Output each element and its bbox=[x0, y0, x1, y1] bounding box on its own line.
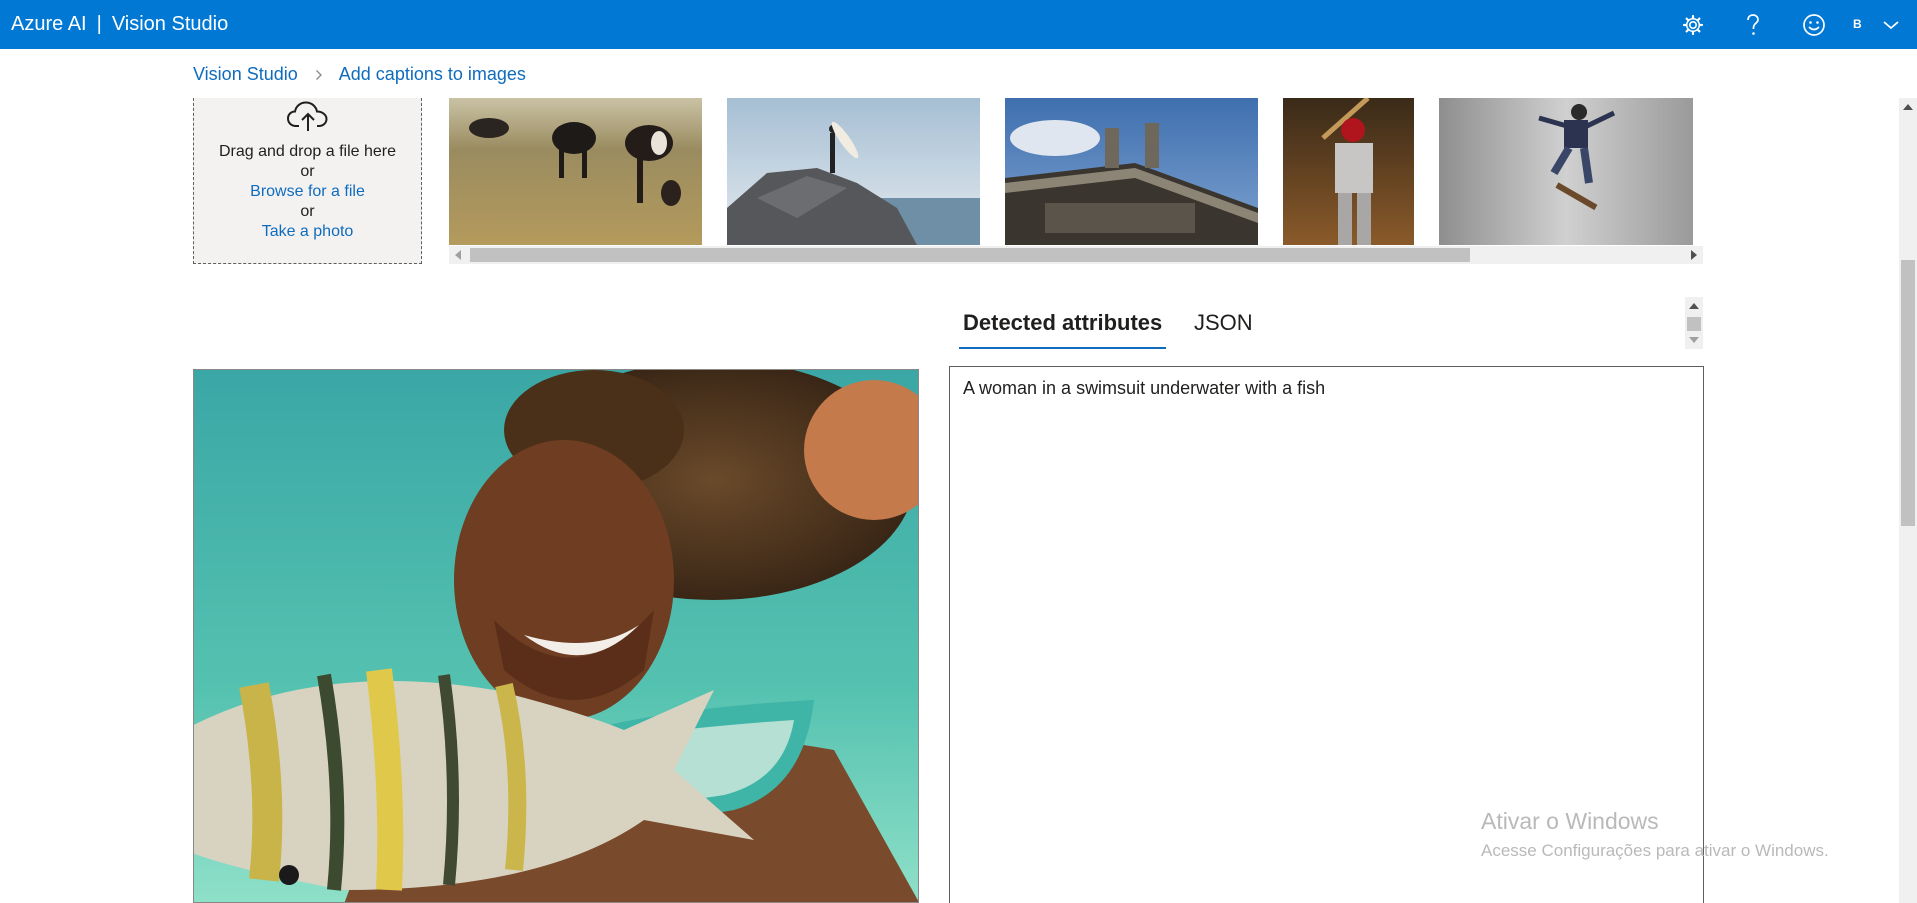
scroll-thumb[interactable] bbox=[1901, 260, 1915, 526]
scroll-down-icon[interactable] bbox=[1689, 337, 1699, 343]
scroll-thumb[interactable] bbox=[470, 248, 1470, 262]
app-name: Vision Studio bbox=[111, 13, 229, 35]
breadcrumb-link-vision-studio[interactable]: Vision Studio bbox=[193, 64, 298, 84]
tab-json[interactable]: JSON bbox=[1194, 307, 1253, 347]
breadcrumb-current-page[interactable]: Add captions to images bbox=[339, 64, 526, 84]
tabs-scrollbar[interactable] bbox=[1685, 297, 1703, 349]
scroll-thumb[interactable] bbox=[1687, 317, 1701, 331]
account-initial[interactable]: B bbox=[1853, 17, 1862, 31]
take-photo-link[interactable]: Take a photo bbox=[194, 222, 421, 242]
thumbnails-scrollbar[interactable] bbox=[449, 246, 1703, 264]
sample-image-building[interactable] bbox=[1005, 98, 1258, 245]
cloud-upload-icon bbox=[286, 100, 332, 139]
chevron-down-icon[interactable] bbox=[1878, 12, 1904, 38]
windows-activation-title: Ativar o Windows bbox=[1481, 808, 1659, 834]
sample-image-baseball[interactable] bbox=[1283, 98, 1414, 245]
page-scrollbar[interactable] bbox=[1899, 98, 1917, 903]
scroll-left-icon[interactable] bbox=[455, 250, 461, 260]
gear-icon[interactable] bbox=[1680, 12, 1706, 38]
sample-image-surfer[interactable] bbox=[727, 98, 980, 245]
sample-image-skateboarder[interactable] bbox=[1439, 98, 1693, 245]
or-text: or bbox=[300, 163, 315, 180]
app-brand[interactable]: Azure AI | Vision Studio bbox=[11, 0, 228, 49]
chevron-right-icon bbox=[315, 63, 323, 87]
help-icon[interactable] bbox=[1740, 12, 1766, 38]
brand-name: Azure AI bbox=[11, 13, 87, 35]
breadcrumb: Vision Studio Add captions to images bbox=[193, 62, 526, 86]
or-text: or bbox=[300, 203, 315, 220]
analyzed-image bbox=[193, 369, 919, 903]
scroll-up-icon[interactable] bbox=[1903, 104, 1913, 110]
upload-dropzone[interactable]: Drag and drop a file here or Browse for … bbox=[193, 98, 422, 264]
brand-separator: | bbox=[96, 13, 102, 35]
top-bar: Azure AI | Vision Studio B bbox=[0, 0, 1917, 49]
browse-file-link[interactable]: Browse for a file bbox=[194, 182, 421, 202]
tab-detected-attributes[interactable]: Detected attributes bbox=[958, 307, 1167, 349]
smiley-icon[interactable] bbox=[1801, 12, 1827, 38]
drag-drop-text: Drag and drop a file here bbox=[219, 143, 396, 160]
image-caption-result: A woman in a swimsuit underwater with a … bbox=[963, 378, 1326, 398]
windows-activation-subtitle: Acesse Configurações para ativar o Windo… bbox=[1481, 841, 1829, 860]
scroll-up-icon[interactable] bbox=[1689, 303, 1699, 309]
sample-image-cows[interactable] bbox=[449, 98, 702, 245]
scroll-right-icon[interactable] bbox=[1691, 250, 1697, 260]
